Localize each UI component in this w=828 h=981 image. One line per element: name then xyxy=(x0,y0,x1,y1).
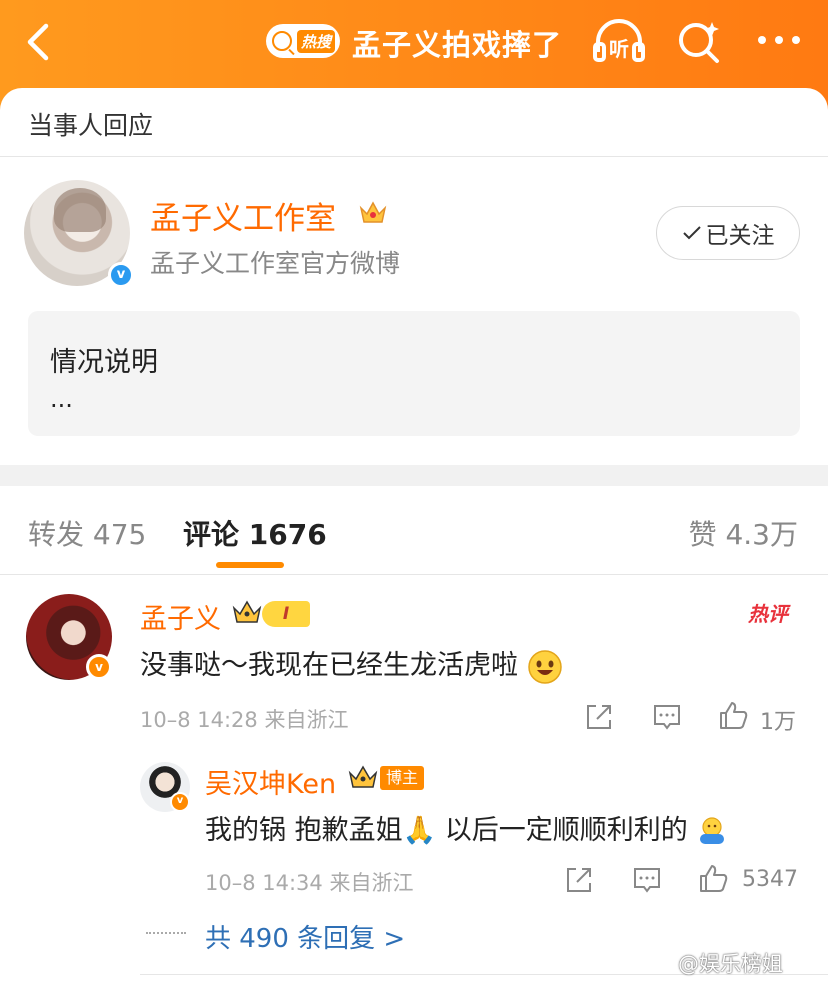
hot-search-badge[interactable]: 热搜 xyxy=(266,24,340,58)
divider xyxy=(0,574,828,575)
like-count: 1万 xyxy=(760,710,796,735)
reply-text-content: 我的锅 抱歉孟姐🙏 以后一定顺顺利利的 xyxy=(205,815,688,846)
reply-author-name[interactable]: 吴汉坤Ken xyxy=(205,762,336,801)
post-author-name[interactable]: 孟子义工作室 xyxy=(150,193,336,238)
hot-comment-badge: 热评 xyxy=(748,602,788,626)
active-tab-indicator xyxy=(216,562,284,568)
like-icon[interactable] xyxy=(718,700,748,730)
headphones-icon[interactable]: 听 xyxy=(592,18,646,64)
divider xyxy=(0,156,828,157)
reply-meta: 10–8 14:34 来自浙江 xyxy=(205,871,414,895)
dotted-connector xyxy=(146,932,186,936)
quoted-post-title: 情况说明 xyxy=(50,347,158,378)
comment-text-content: 没事哒～我现在已经生龙活虎啦 xyxy=(140,650,518,681)
grinning-face-icon xyxy=(527,649,562,684)
quoted-post-more: ... xyxy=(50,385,73,413)
level-badge: I xyxy=(262,601,310,627)
crown-icon xyxy=(359,201,387,223)
comment-author-name[interactable]: 孟子义 xyxy=(140,597,221,636)
section-title: 当事人回应 xyxy=(28,111,154,140)
verified-orange-icon: v xyxy=(86,654,112,680)
comment-icon[interactable] xyxy=(632,865,662,895)
more-replies-link[interactable]: 共 490 条回复 > xyxy=(205,918,405,955)
search-icon xyxy=(272,31,292,51)
share-icon[interactable] xyxy=(564,865,594,895)
verified-blue-icon: v xyxy=(108,262,134,288)
like-icon[interactable] xyxy=(698,863,728,893)
crown-icon xyxy=(232,600,262,623)
listen-label: 听 xyxy=(609,37,629,61)
comment-meta: 10–8 14:28 来自浙江 xyxy=(140,708,349,732)
section-gap xyxy=(0,465,828,486)
crown-icon xyxy=(348,765,378,788)
watermark: @娱乐榜姐 xyxy=(678,952,783,976)
share-icon[interactable] xyxy=(584,702,614,732)
hot-search-label: 热搜 xyxy=(297,29,336,53)
more-icon[interactable] xyxy=(754,30,804,50)
comment-text: 没事哒～我现在已经生龙活虎啦 xyxy=(140,643,563,685)
back-icon[interactable] xyxy=(18,20,58,64)
blogger-badge: 博主 xyxy=(380,766,425,790)
comment-icon[interactable] xyxy=(652,702,682,732)
follow-label: 已关注 xyxy=(705,223,775,249)
tab-like[interactable]: 赞 4.3万 xyxy=(689,513,798,553)
topic-title: 孟子义拍戏摔了 xyxy=(352,28,563,62)
tab-comment[interactable]: 评论 1676 xyxy=(183,513,327,553)
post-author-desc: 孟子义工作室官方微博 xyxy=(150,249,401,278)
check-icon xyxy=(682,226,701,240)
verified-orange-icon: v xyxy=(170,792,190,812)
like-count: 5347 xyxy=(742,867,798,892)
tab-repost[interactable]: 转发 475 xyxy=(28,513,146,553)
follow-button[interactable]: 已关注 xyxy=(656,206,800,260)
search-icon[interactable] xyxy=(676,18,722,64)
hug-emoji-icon xyxy=(700,816,725,844)
reply-text: 我的锅 抱歉孟姐🙏 以后一定顺顺利利的 xyxy=(205,808,728,848)
